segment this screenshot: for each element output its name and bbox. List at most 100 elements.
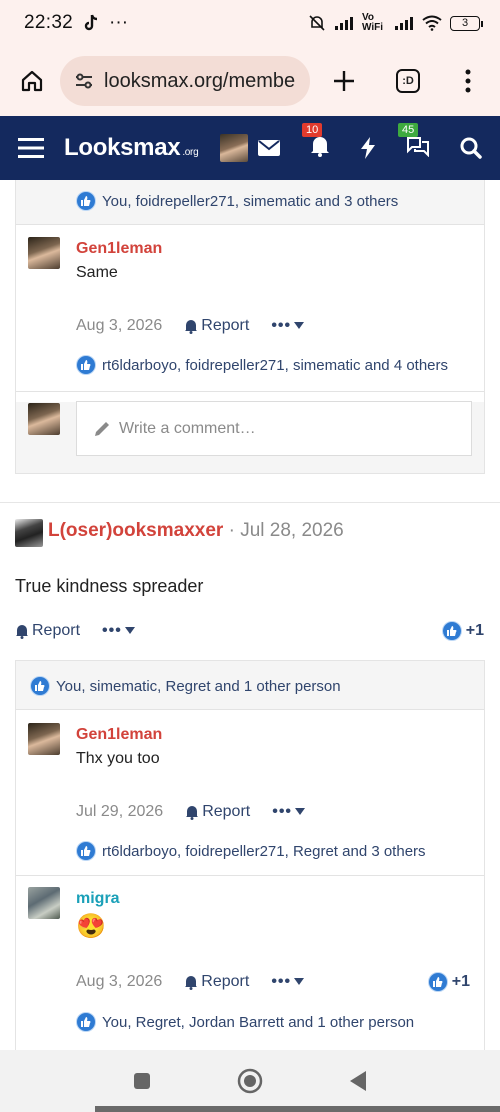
status-overflow: ··· (109, 12, 129, 33)
comment: Gen1leman Thx you too Jul 29, 2026 Repor… (16, 709, 484, 875)
more-options-button[interactable]: ••• (272, 803, 306, 821)
tab-switcher-button[interactable]: :D (388, 61, 428, 101)
report-button[interactable]: Report (184, 317, 249, 335)
signal-icon-2 (395, 17, 413, 30)
reactions-text: You, simematic, Regret and 1 other perso… (56, 677, 341, 695)
report-button[interactable]: Report (185, 803, 250, 821)
report-label: Report (201, 317, 250, 334)
logo-org: .org (182, 147, 199, 158)
comment-reactions[interactable]: rt6ldarboyo, foidrepeller271, simematic … (76, 355, 448, 375)
comment-date[interactable]: Jul 29, 2026 (76, 803, 163, 821)
hamburger-menu-icon[interactable] (18, 137, 44, 159)
comment-author[interactable]: migra (76, 890, 120, 908)
post-author[interactable]: L(oser)ooksmaxxer (48, 520, 223, 541)
page-content: You, foidrepeller271, simematic and 3 ot… (0, 180, 500, 1050)
comment-text: Thx you too (76, 750, 160, 767)
plus-icon (334, 71, 354, 91)
reactions-summary[interactable]: You, foidrepeller271, simematic and 3 ot… (76, 191, 398, 211)
reactions-summary[interactable]: You, simematic, Regret and 1 other perso… (30, 676, 341, 696)
post-actions: Report ••• (15, 622, 135, 640)
comment-reactions[interactable]: rt6ldarboyo, foidrepeller271, Regret and… (76, 841, 426, 861)
report-label: Report (201, 973, 250, 990)
comment-avatar[interactable] (28, 887, 60, 919)
url-text: looksmax.org/membe (104, 69, 296, 92)
chevron-down-icon (295, 808, 306, 815)
pencil-icon (95, 421, 109, 436)
write-comment-placeholder: Write a comment… (119, 419, 256, 437)
comment-text: Same (76, 264, 118, 281)
tiktok-icon (84, 14, 98, 31)
post-header: L(oser)ooksmaxxer · Jul 28, 2026 (48, 520, 344, 542)
chat-bubbles-icon (407, 136, 429, 157)
post-body: True kindness spreader (15, 576, 204, 596)
recents-icon[interactable] (133, 1072, 151, 1090)
browser-toolbar: looksmax.org/membe :D (0, 46, 500, 116)
bell-icon (185, 319, 198, 334)
home-button[interactable] (12, 61, 52, 101)
back-icon[interactable] (349, 1070, 367, 1092)
mail-icon[interactable] (258, 140, 280, 156)
more-options-button[interactable]: ••• (271, 317, 305, 335)
status-time: 22:32 (24, 12, 74, 33)
mute-icon (309, 15, 325, 31)
post-report-button[interactable]: Report (15, 622, 80, 640)
reactions-text: You, Regret, Jordan Barrett and 1 other … (102, 1013, 415, 1031)
chevron-down-icon (294, 978, 305, 985)
comments-block-2: You, simematic, Regret and 1 other perso… (15, 660, 485, 1050)
like-icon (76, 355, 96, 375)
comment-author[interactable]: Gen1leman (76, 726, 162, 744)
lightning-icon[interactable] (360, 137, 376, 159)
system-nav-bar (0, 1050, 500, 1112)
kebab-menu-icon (465, 69, 471, 93)
alerts-button[interactable]: 10 (302, 122, 330, 162)
reactions-text: You, foidrepeller271, simematic and 3 ot… (102, 192, 399, 210)
comments-block-1: You, foidrepeller271, simematic and 3 ot… (15, 180, 485, 474)
address-bar[interactable]: looksmax.org/membe (60, 56, 310, 106)
comment-author[interactable]: Gen1leman (76, 240, 162, 258)
comment-date[interactable]: Aug 3, 2026 (76, 317, 162, 335)
post-author-avatar[interactable] (15, 519, 43, 547)
plus-count: +1 (465, 622, 484, 639)
gesture-bar (95, 1106, 500, 1112)
comment-meta: Jul 29, 2026 Report ••• (76, 803, 306, 821)
conversations-button[interactable]: 45 (398, 122, 430, 162)
tab-count: :D (396, 69, 420, 93)
like-icon (76, 841, 96, 861)
comment-meta: Aug 3, 2026 Report ••• (76, 317, 305, 335)
comment-avatar[interactable] (28, 237, 60, 269)
bell-icon (16, 624, 28, 639)
new-tab-button[interactable] (324, 61, 364, 101)
post-date[interactable]: Jul 28, 2026 (240, 520, 344, 541)
search-icon[interactable] (460, 137, 482, 159)
battery-icon: 3 (450, 15, 483, 31)
post-reaction-count[interactable]: +1 (441, 621, 484, 641)
like-icon (76, 191, 96, 211)
comment: migra 😍 Aug 3, 2026 Report ••• +1 You, R… (16, 875, 484, 1050)
bell-icon (185, 975, 198, 990)
battery-level: 3 (461, 17, 469, 29)
alerts-badge: 10 (302, 122, 323, 137)
like-icon (30, 676, 50, 696)
comment-emoji: 😍 (76, 913, 106, 940)
like-icon (76, 1012, 96, 1032)
comment-date[interactable]: Aug 3, 2026 (76, 973, 162, 991)
report-button[interactable]: Report (184, 973, 249, 991)
conversations-badge: 45 (398, 122, 419, 137)
home-circle-icon[interactable] (237, 1068, 263, 1094)
comment-reaction-count[interactable]: +1 (427, 972, 470, 992)
post-more-options-button[interactable]: ••• (102, 622, 135, 640)
reactions-text: rt6ldarboyo, foidrepeller271, Regret and… (102, 842, 426, 860)
chevron-down-icon (294, 322, 305, 329)
report-label: Report (32, 622, 81, 639)
write-comment-input[interactable]: Write a comment… (76, 401, 472, 456)
comment-avatar[interactable] (28, 723, 60, 755)
comment-reactions[interactable]: You, Regret, Jordan Barrett and 1 other … (76, 1012, 414, 1032)
site-logo[interactable]: Looksmax .org (64, 134, 199, 162)
vowifi-label: Vo WiFi (362, 12, 384, 33)
user-avatar[interactable] (220, 134, 249, 162)
plus-count: +1 (451, 973, 470, 990)
browser-menu-button[interactable] (448, 61, 488, 101)
more-options-button[interactable]: ••• (271, 973, 305, 991)
wifi-icon (422, 15, 442, 31)
comment-meta: Aug 3, 2026 Report ••• (76, 973, 305, 991)
